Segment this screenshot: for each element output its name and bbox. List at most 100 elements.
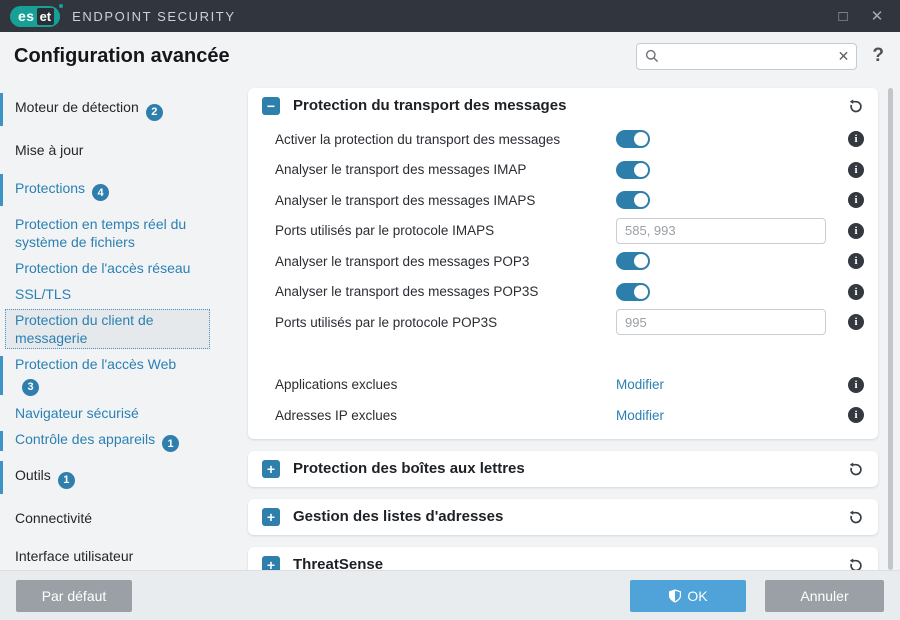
info-icon[interactable]: i — [848, 192, 864, 209]
sidebar-item[interactable]: Interface utilisateur — [0, 537, 240, 571]
settings-section: + Protection des boîtes aux lettres — [248, 450, 878, 487]
sidebar-item-label: Connectivité — [15, 509, 93, 526]
section-header[interactable]: + Gestion des listes d'adresses — [248, 499, 878, 535]
setting-row: Analyser le transport des messages IMAPS… — [262, 185, 864, 216]
sidebar-item[interactable]: Protection du client de messagerie — [0, 307, 240, 351]
expand-icon[interactable]: + — [262, 459, 280, 478]
maximize-icon[interactable]: □ — [826, 3, 860, 29]
ports-input[interactable] — [616, 309, 826, 336]
ok-button[interactable]: OK — [630, 579, 746, 612]
sidebar-item-label: Mise à jour — [15, 141, 84, 158]
setting-label: Analyser le transport des messages IMAPS — [275, 192, 536, 208]
info-icon[interactable]: i — [848, 131, 864, 148]
default-button[interactable]: Par défaut — [16, 579, 132, 612]
close-icon[interactable]: ✕ — [860, 3, 894, 29]
sidebar-item-label: Protection de l'accès Web — [15, 356, 177, 372]
section-header[interactable]: + Protection des boîtes aux lettres — [248, 451, 878, 487]
setting-label: Applications exclues — [275, 377, 398, 393]
sidebar-item[interactable]: Protections 4 — [0, 169, 240, 212]
cancel-button[interactable]: Annuler — [765, 579, 884, 612]
setting-row: Activer la protection du transport des m… — [262, 124, 864, 155]
revert-icon[interactable] — [848, 557, 864, 570]
settings-section: − Protection du transport des messages Act… — [248, 88, 878, 439]
setting-label: Analyser le transport des messages POP3S — [275, 284, 539, 300]
sidebar: Moteur de détection 2 Mise à jour Protectio… — [0, 80, 240, 570]
expand-icon[interactable]: + — [262, 555, 280, 570]
sidebar-item[interactable]: Protection en temps réel du système de f… — [0, 211, 240, 255]
sidebar-item[interactable]: Moteur de détection 2 — [0, 88, 240, 131]
sidebar-item[interactable]: Navigateur sécurisé — [0, 400, 240, 426]
setting-row: Analyser le transport des messages POP3S… — [262, 277, 864, 308]
section-header[interactable]: + ThreatSense — [248, 547, 878, 571]
setting-row: Adresses IP exclues Modifier i — [262, 400, 864, 431]
sidebar-item[interactable]: Mise à jour — [0, 131, 240, 169]
footer-bar: Par défaut OK Annuler — [0, 570, 900, 620]
sidebar-item-label: Protections — [15, 179, 86, 196]
info-icon[interactable]: i — [848, 222, 864, 239]
count-badge: 1 — [57, 471, 75, 489]
info-icon[interactable]: i — [848, 376, 864, 393]
sidebar-item-label: Protection de l'accès réseau — [15, 260, 191, 276]
ok-button-label: OK — [687, 587, 708, 604]
sidebar-item[interactable]: Outils 1 — [0, 456, 240, 499]
sidebar-item-label: SSL/TLS — [15, 286, 72, 302]
count-badge: 4 — [92, 184, 110, 201]
setting-row: Applications exclues Modifier i — [262, 370, 864, 401]
shield-icon — [669, 588, 682, 603]
sidebar-item[interactable]: Protection de l'accès réseau — [0, 255, 240, 281]
section-title: ThreatSense — [293, 555, 384, 571]
toggle-switch[interactable] — [616, 282, 650, 301]
sidebar-item-label: Protection du client de messagerie — [15, 312, 154, 346]
ports-input[interactable] — [616, 217, 826, 244]
eset-logo-text: es — [18, 8, 35, 24]
info-icon[interactable]: i — [848, 161, 864, 178]
modifier-link[interactable]: Modifier — [616, 377, 664, 392]
setting-row: Analyser le transport des messages POP3 i — [262, 246, 864, 277]
sidebar-item[interactable]: Contrôle des appareils 1 — [0, 426, 240, 457]
scrollbar[interactable] — [888, 88, 893, 570]
collapse-icon[interactable]: − — [262, 97, 280, 115]
section-title: Protection des boîtes aux lettres — [293, 459, 525, 477]
sidebar-item[interactable]: Connectivité — [0, 499, 240, 537]
search-input[interactable] — [664, 48, 834, 64]
modifier-link[interactable]: Modifier — [616, 408, 664, 423]
sidebar-item[interactable]: SSL/TLS — [0, 281, 240, 307]
sidebar-item-label: Outils — [15, 467, 51, 483]
search-clear-icon[interactable]: ✕ — [838, 48, 850, 65]
setting-row: Ports utilisés par le protocole IMAPS i — [262, 216, 864, 247]
page-header: Configuration avancée ✕ ? — [0, 32, 900, 80]
section-header[interactable]: − Protection du transport des messages — [248, 88, 878, 124]
revert-icon[interactable] — [848, 98, 864, 114]
revert-icon[interactable] — [848, 461, 864, 477]
revert-icon[interactable] — [848, 509, 864, 525]
toggle-switch[interactable] — [616, 130, 650, 149]
search-box[interactable]: ✕ — [636, 42, 858, 70]
sidebar-item-label: Moteur de détection — [15, 99, 139, 115]
setting-label: Ports utilisés par le protocole IMAPS — [275, 223, 495, 239]
toggle-switch[interactable] — [616, 191, 650, 210]
expand-icon[interactable]: + — [262, 507, 280, 526]
setting-row: Analyser le transport des messages IMAP i — [262, 155, 864, 186]
settings-section: + ThreatSense — [248, 546, 878, 571]
sidebar-item[interactable]: Protection de l'accès Web 3 — [0, 351, 240, 400]
eset-logo: es et — [10, 3, 64, 27]
count-badge: 2 — [145, 103, 163, 121]
setting-label: Ports utilisés par le protocole POP3S — [275, 314, 498, 330]
setting-label: Analyser le transport des messages IMAP — [275, 162, 527, 178]
help-icon[interactable]: ? — [872, 45, 884, 67]
setting-label: Adresses IP exclues — [275, 407, 398, 423]
section-title: Gestion des listes d'adresses — [293, 507, 504, 525]
sidebar-item-label: Interface utilisateur — [15, 547, 134, 564]
setting-label: Analyser le transport des messages POP3 — [275, 253, 530, 269]
toggle-switch[interactable] — [616, 160, 650, 179]
settings-section: + Gestion des listes d'adresses — [248, 498, 878, 535]
sidebar-item-label: Protection en temps réel du système de f… — [15, 216, 187, 250]
toggle-switch[interactable] — [616, 252, 650, 271]
sidebar-item-label: Contrôle des appareils — [15, 430, 156, 447]
info-icon[interactable]: i — [848, 314, 864, 331]
info-icon[interactable]: i — [848, 283, 864, 300]
search-icon — [646, 49, 659, 63]
info-icon[interactable]: i — [848, 253, 864, 270]
info-icon[interactable]: i — [848, 407, 864, 424]
titlebar: es et ENDPOINT SECURITY □ ✕ — [0, 0, 900, 32]
